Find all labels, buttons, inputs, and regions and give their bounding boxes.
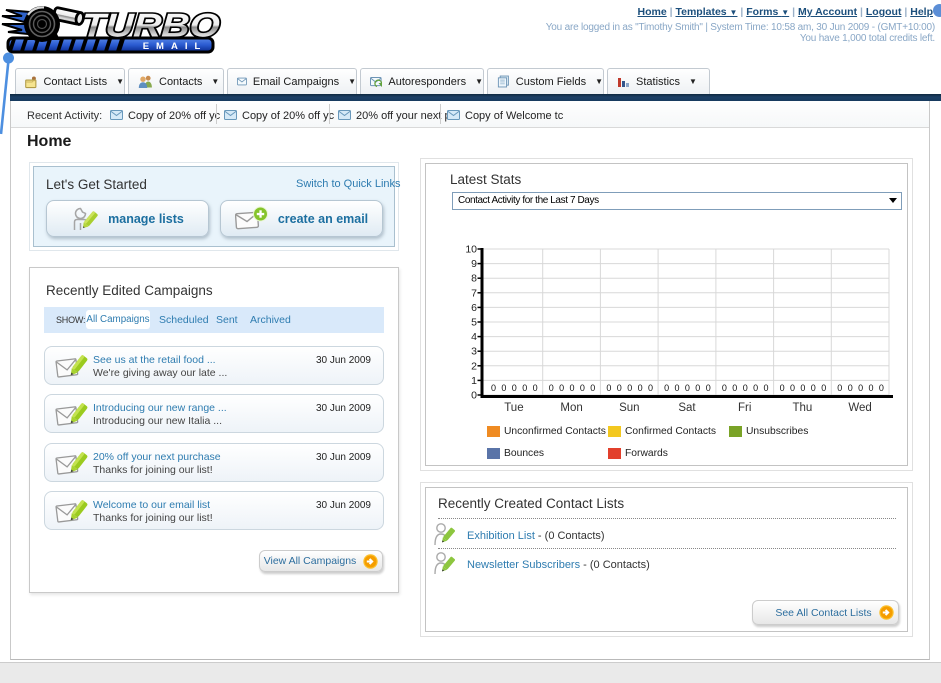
svg-text:0: 0 bbox=[780, 383, 785, 393]
svg-text:0: 0 bbox=[569, 383, 574, 393]
svg-text:0: 0 bbox=[743, 383, 748, 393]
svg-text:Mon: Mon bbox=[560, 402, 582, 414]
svg-text:0: 0 bbox=[533, 383, 538, 393]
svg-text:0: 0 bbox=[790, 383, 795, 393]
svg-text:0: 0 bbox=[590, 383, 595, 393]
svg-text:0: 0 bbox=[732, 383, 737, 393]
svg-text:5: 5 bbox=[471, 317, 477, 329]
svg-text:3: 3 bbox=[471, 346, 477, 358]
svg-text:1: 1 bbox=[471, 375, 477, 387]
svg-text:0: 0 bbox=[837, 383, 842, 393]
svg-text:0: 0 bbox=[471, 390, 477, 402]
svg-text:0: 0 bbox=[879, 383, 884, 393]
svg-text:0: 0 bbox=[512, 383, 517, 393]
svg-text:Sun: Sun bbox=[619, 402, 639, 414]
svg-text:0: 0 bbox=[580, 383, 585, 393]
svg-text:2: 2 bbox=[471, 360, 477, 372]
svg-text:0: 0 bbox=[685, 383, 690, 393]
svg-text:0: 0 bbox=[617, 383, 622, 393]
svg-text:Fri: Fri bbox=[738, 402, 751, 414]
svg-text:0: 0 bbox=[606, 383, 611, 393]
svg-text:0: 0 bbox=[501, 383, 506, 393]
svg-text:0: 0 bbox=[674, 383, 679, 393]
svg-text:0: 0 bbox=[695, 383, 700, 393]
svg-text:0: 0 bbox=[763, 383, 768, 393]
svg-text:0: 0 bbox=[722, 383, 727, 393]
svg-text:0: 0 bbox=[753, 383, 758, 393]
svg-text:0: 0 bbox=[491, 383, 496, 393]
svg-text:0: 0 bbox=[858, 383, 863, 393]
svg-text:0: 0 bbox=[821, 383, 826, 393]
svg-text:0: 0 bbox=[664, 383, 669, 393]
svg-text:TURBO: TURBO bbox=[81, 7, 221, 44]
svg-text:0: 0 bbox=[627, 383, 632, 393]
svg-text:Sat: Sat bbox=[678, 402, 696, 414]
svg-text:6: 6 bbox=[471, 302, 477, 314]
svg-text:0: 0 bbox=[549, 383, 554, 393]
svg-text:Thu: Thu bbox=[792, 402, 812, 414]
svg-text:0: 0 bbox=[522, 383, 527, 393]
svg-text:0: 0 bbox=[638, 383, 643, 393]
svg-text:9: 9 bbox=[471, 258, 477, 270]
svg-text:0: 0 bbox=[648, 383, 653, 393]
svg-text:0: 0 bbox=[706, 383, 711, 393]
svg-text:8: 8 bbox=[471, 273, 477, 285]
svg-text:10: 10 bbox=[465, 244, 477, 256]
svg-text:0: 0 bbox=[868, 383, 873, 393]
svg-text:4: 4 bbox=[471, 331, 477, 343]
svg-text:0: 0 bbox=[559, 383, 564, 393]
svg-text:0: 0 bbox=[848, 383, 853, 393]
svg-text:7: 7 bbox=[471, 287, 477, 299]
svg-text:0: 0 bbox=[800, 383, 805, 393]
svg-text:Wed: Wed bbox=[848, 402, 871, 414]
svg-text:Tue: Tue bbox=[504, 402, 523, 414]
svg-text:0: 0 bbox=[811, 383, 816, 393]
